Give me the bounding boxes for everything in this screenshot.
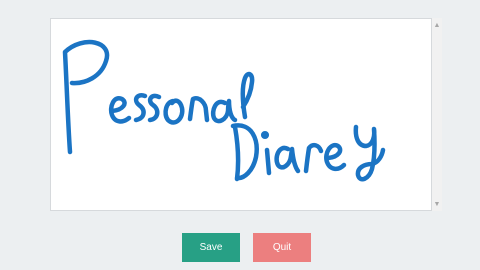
stroke-e2 — [324, 142, 347, 172]
stroke-p — [62, 39, 110, 155]
vertical-scrollbar[interactable]: ▲ ▼ — [432, 18, 442, 211]
stroke-ss — [133, 93, 162, 123]
stroke-a2 — [274, 145, 301, 174]
handwritten-drawing — [62, 39, 386, 182]
stroke-l — [240, 71, 255, 120]
stroke-d — [230, 123, 259, 182]
stroke-r — [303, 142, 324, 174]
stroke-y — [353, 124, 386, 182]
stroke-i — [264, 147, 272, 176]
drawing-canvas[interactable] — [50, 18, 432, 211]
stroke-o1 — [163, 98, 185, 125]
save-button[interactable]: Save — [182, 233, 240, 262]
scroll-down-icon[interactable]: ▼ — [432, 199, 442, 209]
stroke-i-dot — [260, 130, 270, 140]
scroll-up-icon[interactable]: ▲ — [432, 20, 442, 30]
stroke-e — [108, 96, 132, 124]
quit-button[interactable]: Quit — [253, 233, 311, 262]
stroke-a — [210, 98, 238, 124]
stroke-n — [187, 96, 210, 123]
